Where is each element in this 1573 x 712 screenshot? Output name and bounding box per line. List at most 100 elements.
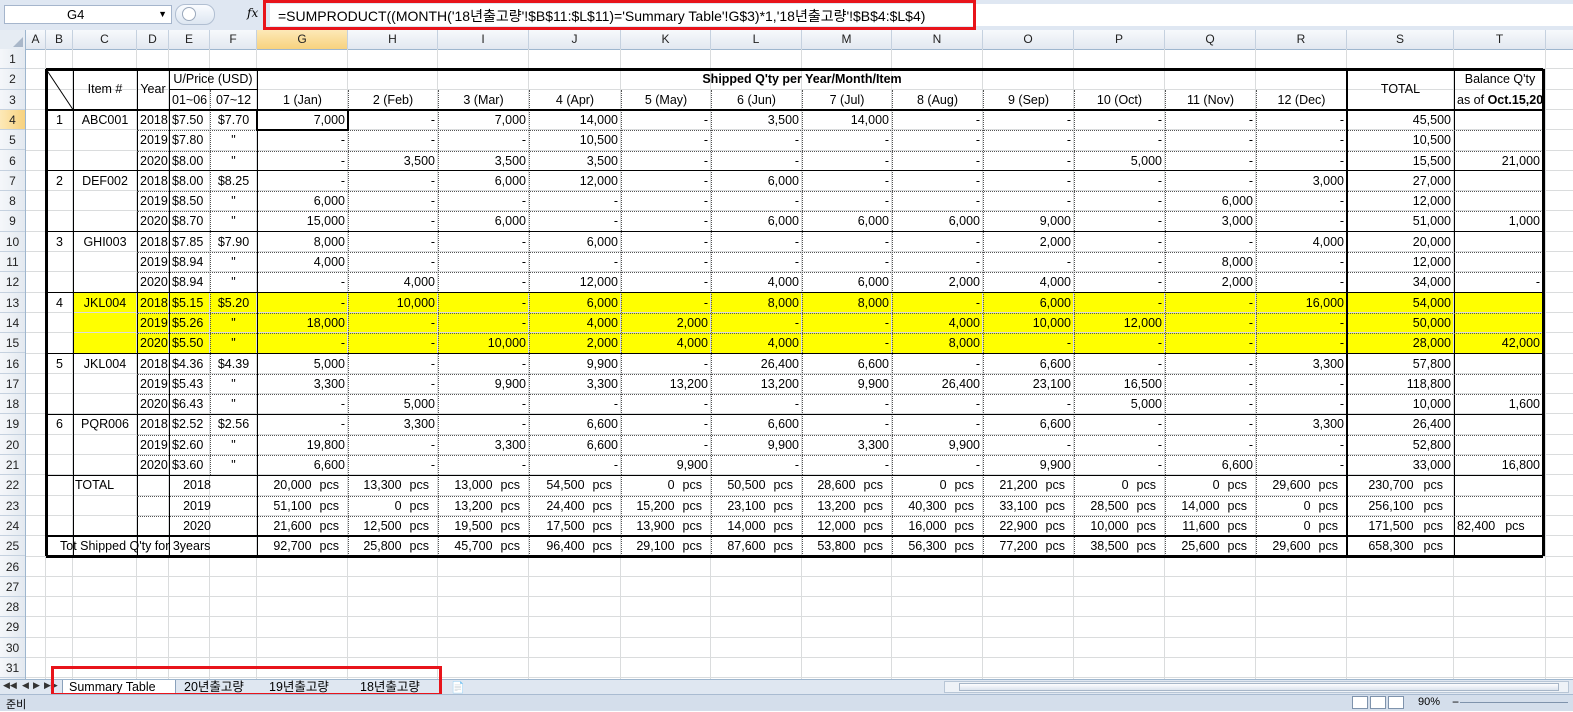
month-qty[interactable]: 5,000	[348, 394, 438, 414]
totals-qty[interactable]: 28,500 pcs	[1074, 496, 1165, 516]
price-h2[interactable]: $7.90	[210, 232, 257, 252]
balance[interactable]	[1454, 293, 1543, 313]
item-index[interactable]	[46, 272, 73, 292]
scrollbar-thumb[interactable]	[959, 683, 1559, 691]
month-qty[interactable]: -	[621, 232, 711, 252]
column-header-o[interactable]: O	[983, 30, 1074, 49]
row-header-25[interactable]: 25	[0, 536, 25, 557]
item-code[interactable]	[73, 374, 137, 394]
month-qty[interactable]: 13,200	[711, 374, 802, 394]
month-qty[interactable]: 2,000	[621, 313, 711, 333]
month-qty[interactable]: 8,000	[892, 333, 983, 353]
row-total[interactable]: 12,000	[1347, 191, 1454, 211]
price-h2[interactable]: "	[210, 211, 257, 231]
item-index[interactable]	[46, 313, 73, 333]
row-header-8[interactable]: 8	[0, 191, 25, 212]
price-h1[interactable]: $7.80	[169, 130, 210, 150]
item-code[interactable]	[73, 394, 137, 414]
month-qty[interactable]: -	[983, 394, 1074, 414]
totals-qty[interactable]: 12,000 pcs	[802, 516, 892, 536]
grand-qty[interactable]: 87,600 pcs	[711, 536, 802, 556]
price-h1[interactable]: $7.50	[169, 110, 210, 130]
month-qty[interactable]: -	[802, 191, 892, 211]
totals-qty[interactable]: 0 pcs	[621, 475, 711, 495]
totals-qty[interactable]: 10,000 pcs	[1074, 516, 1165, 536]
row-header-19[interactable]: 19	[0, 414, 25, 435]
year[interactable]: 2019	[137, 435, 169, 455]
row-header-27[interactable]: 27	[0, 577, 25, 598]
month-qty[interactable]: -	[621, 435, 711, 455]
month-qty[interactable]: -	[1256, 110, 1347, 130]
month-qty[interactable]: -	[348, 191, 438, 211]
month-qty[interactable]: -	[348, 455, 438, 475]
price-h1[interactable]: $8.94	[169, 252, 210, 272]
column-header-c[interactable]: C	[73, 30, 137, 49]
price-h2[interactable]: "	[210, 435, 257, 455]
totals-sum[interactable]: 230,700 pcs	[1347, 475, 1454, 495]
month-qty[interactable]: 4,000	[892, 313, 983, 333]
row-total[interactable]: 15,500	[1347, 151, 1454, 171]
month-qty[interactable]: 26,400	[892, 374, 983, 394]
row-total[interactable]: 28,000	[1347, 333, 1454, 353]
totals-qty[interactable]: 22,900 pcs	[983, 516, 1074, 536]
row-total[interactable]: 12,000	[1347, 252, 1454, 272]
month-qty[interactable]: -	[1074, 293, 1165, 313]
month-qty[interactable]: -	[257, 414, 348, 434]
totals-qty[interactable]: 0 pcs	[1074, 475, 1165, 495]
month-qty[interactable]: 4,000	[983, 272, 1074, 292]
month-qty[interactable]: -	[711, 191, 802, 211]
month-qty[interactable]: 4,000	[711, 272, 802, 292]
column-header-i[interactable]: I	[438, 30, 529, 49]
column-header-m[interactable]: M	[802, 30, 892, 49]
grand-qty[interactable]: 92,700 pcs	[257, 536, 348, 556]
month-qty[interactable]: 6,600	[529, 435, 621, 455]
month-qty[interactable]: -	[802, 394, 892, 414]
totals-balance[interactable]: 82,400 pcs	[1454, 516, 1543, 536]
month-qty[interactable]: -	[1074, 455, 1165, 475]
month-qty[interactable]: 10,500	[529, 130, 621, 150]
spreadsheet-grid[interactable]: Item # Year U/Price (USD) 01~06 07~12 Shipped…	[26, 49, 1573, 679]
month-qty[interactable]: -	[1256, 252, 1347, 272]
month-qty[interactable]: 3,300	[257, 374, 348, 394]
month-qty[interactable]: -	[348, 354, 438, 374]
column-header-b[interactable]: B	[46, 30, 73, 49]
row-header-11[interactable]: 11	[0, 252, 25, 273]
header-month[interactable]: 12 (Dec)	[1256, 90, 1347, 110]
month-qty[interactable]: -	[348, 313, 438, 333]
month-qty[interactable]: 9,900	[802, 374, 892, 394]
month-qty[interactable]: 4,000	[1256, 232, 1347, 252]
month-qty[interactable]: 13,200	[621, 374, 711, 394]
price-h2[interactable]: "	[210, 130, 257, 150]
month-qty[interactable]: -	[711, 130, 802, 150]
totals-sum[interactable]: 256,100 pcs	[1347, 496, 1454, 516]
year[interactable]: 2018	[137, 354, 169, 374]
year[interactable]: 2020	[137, 151, 169, 171]
month-qty[interactable]: 6,000	[529, 232, 621, 252]
month-qty[interactable]: -	[1256, 151, 1347, 171]
grand-qty[interactable]: 56,300 pcs	[892, 536, 983, 556]
balance[interactable]: 1,000	[1454, 211, 1543, 231]
month-qty[interactable]: -	[621, 151, 711, 171]
balance[interactable]	[1454, 130, 1543, 150]
year[interactable]: 2019	[137, 130, 169, 150]
month-qty[interactable]: -	[892, 191, 983, 211]
header-price-h2[interactable]: 07~12	[210, 90, 257, 110]
price-h2[interactable]: "	[210, 374, 257, 394]
header-total[interactable]: TOTAL	[1347, 69, 1454, 110]
item-code[interactable]: JKL004	[73, 354, 137, 374]
totals-qty[interactable]: 50,500 pcs	[711, 475, 802, 495]
month-qty[interactable]: -	[892, 414, 983, 434]
month-qty[interactable]: -	[892, 232, 983, 252]
month-qty[interactable]: -	[621, 293, 711, 313]
item-index[interactable]: 5	[46, 354, 73, 374]
price-h1[interactable]: $3.60	[169, 455, 210, 475]
month-qty[interactable]: 3,300	[348, 414, 438, 434]
balance[interactable]: 42,000	[1454, 333, 1543, 353]
header-month[interactable]: 2 (Feb)	[348, 90, 438, 110]
month-qty[interactable]: 5,000	[257, 354, 348, 374]
month-qty[interactable]: 3,500	[711, 110, 802, 130]
totals-qty[interactable]: 12,500 pcs	[348, 516, 438, 536]
grand-qty[interactable]: 96,400 pcs	[529, 536, 621, 556]
price-h2[interactable]: "	[210, 151, 257, 171]
month-qty[interactable]: 18,000	[257, 313, 348, 333]
